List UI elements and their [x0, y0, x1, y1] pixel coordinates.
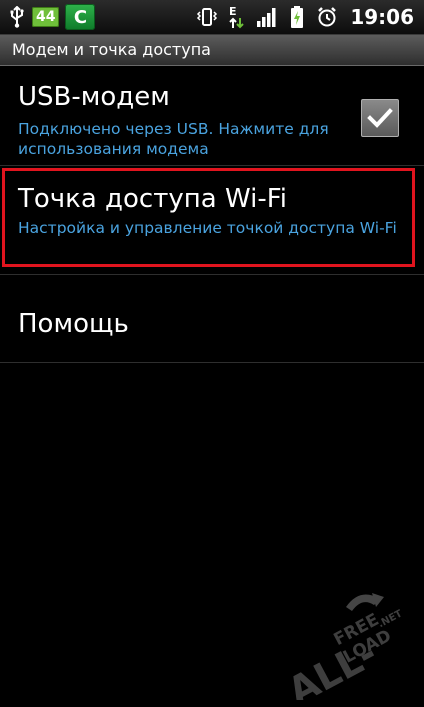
checkmark-icon	[367, 108, 393, 128]
screen-title-bar: Модем и точка доступа	[0, 35, 424, 66]
screen-title: Модем и точка доступа	[12, 40, 211, 59]
help-item[interactable]: Помощь	[0, 275, 424, 363]
alarm-icon	[316, 6, 338, 28]
data-e-icon: E	[226, 5, 248, 29]
help-title: Помощь	[18, 309, 129, 339]
usb-tethering-title: USB-модем	[18, 82, 170, 112]
status-bar-left: 44 C	[8, 4, 96, 30]
app-c-icon: C	[65, 4, 96, 30]
settings-list: USB-модем Подключено через USB. Нажмите …	[0, 66, 424, 363]
usb-tethering-summary: Подключено через USB. Нажмите для исполь…	[18, 120, 329, 158]
battery-charging-icon	[286, 6, 308, 28]
wifi-hotspot-item[interactable]: Точка доступа Wi-Fi Настройка и управлен…	[0, 166, 424, 275]
status-bar: 44 C E 19:06	[0, 0, 424, 35]
network-badge-icon: 44	[32, 7, 60, 27]
watermark-suffix: .NET	[376, 608, 404, 630]
signal-icon	[256, 6, 278, 28]
wifi-hotspot-summary: Настройка и управление точкой доступа Wi…	[18, 219, 397, 237]
watermark-logo: ALL- FREE LOAD .NET	[268, 585, 418, 707]
status-bar-right: E 19:06	[196, 4, 414, 30]
usb-tethering-checkbox[interactable]	[361, 99, 399, 137]
clock-time: 19:06	[350, 5, 414, 29]
wifi-hotspot-title: Точка доступа Wi-Fi	[18, 184, 287, 214]
usb-tethering-item[interactable]: USB-модем Подключено через USB. Нажмите …	[0, 66, 424, 166]
usb-icon	[8, 6, 26, 28]
network-letter: E	[229, 5, 237, 18]
vibrate-icon	[196, 6, 218, 28]
